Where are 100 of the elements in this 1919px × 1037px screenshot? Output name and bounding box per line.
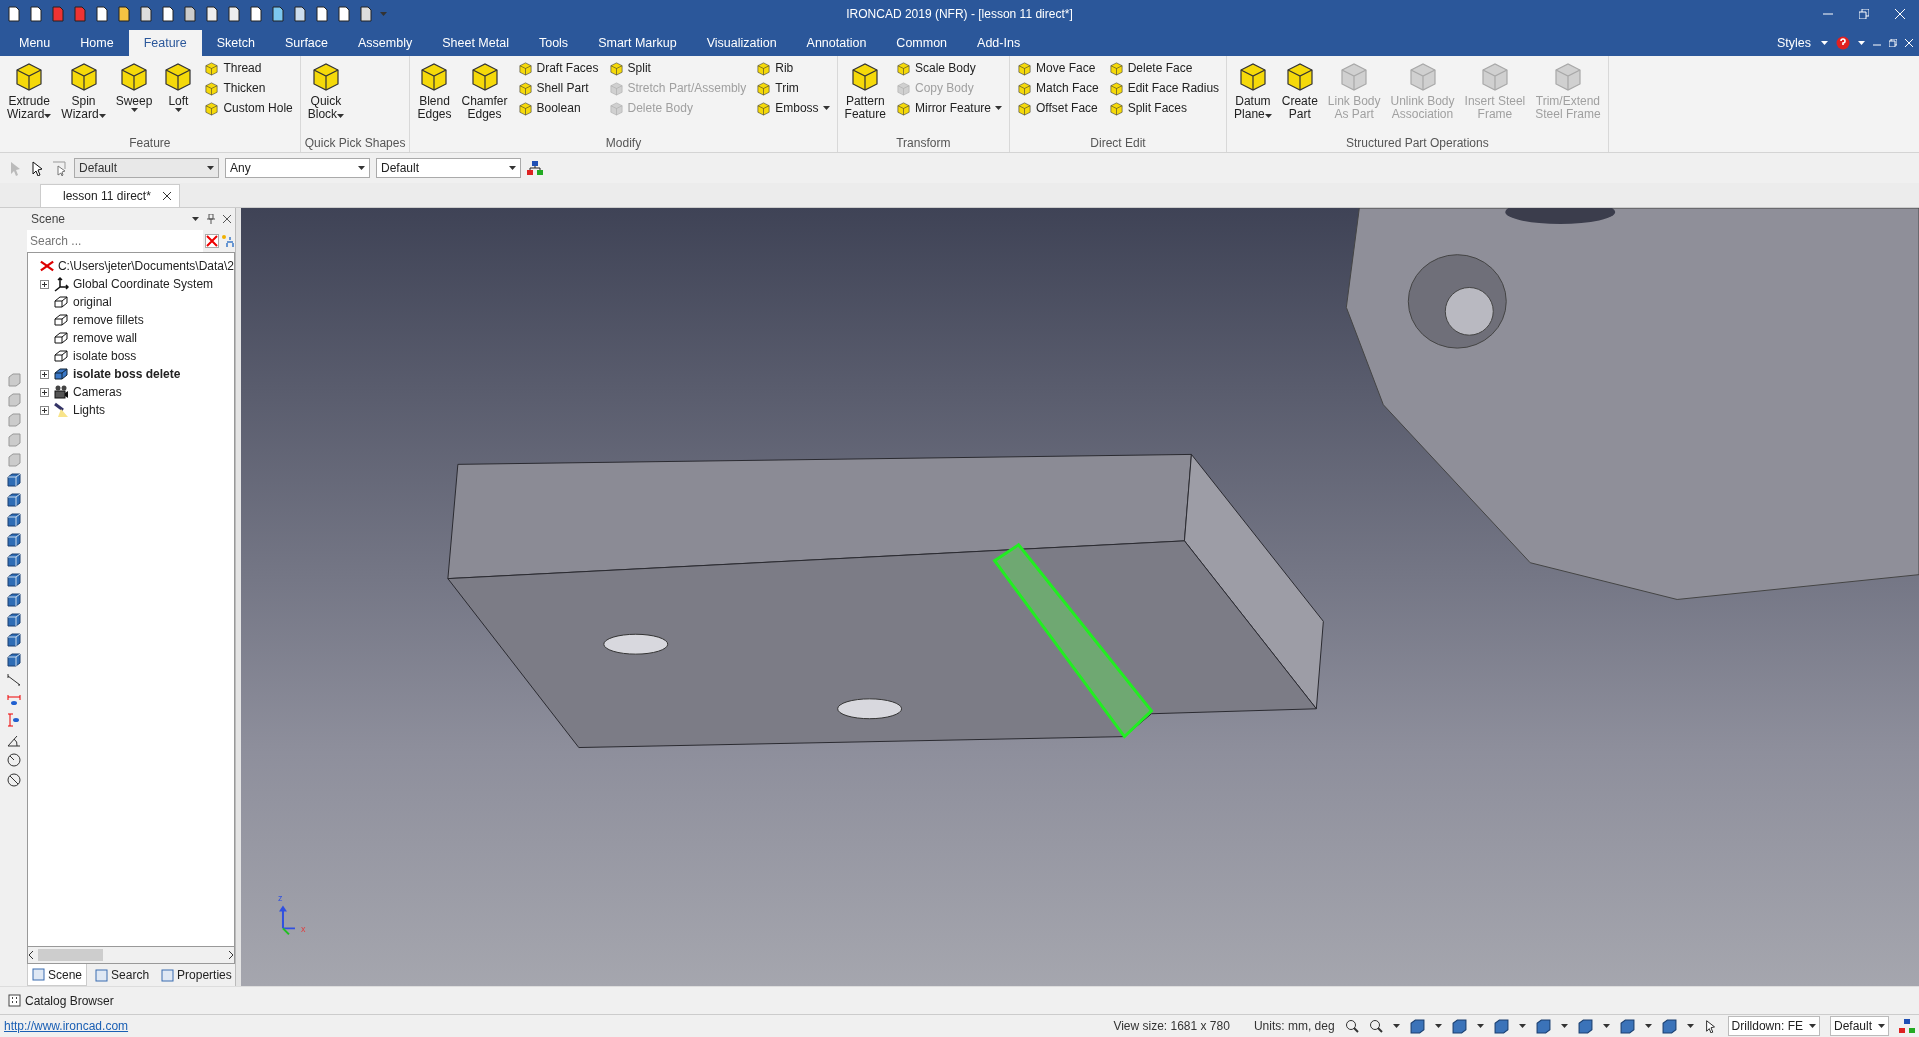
ribbon-button[interactable]: Delete Face [1105,59,1223,77]
zoom-icon[interactable] [1344,1019,1359,1033]
hierarchy-icon[interactable] [1899,1018,1915,1034]
ribbon-button[interactable]: Split [605,59,750,77]
expand-toggle[interactable] [40,279,49,289]
document-icon[interactable] [6,6,22,22]
ribbon-button[interactable]: Loft [159,58,198,114]
angle-icon[interactable] [6,733,21,747]
ribbon-tab[interactable]: Menu [4,30,66,56]
view-cube-icon[interactable] [1493,1018,1509,1034]
ribbon-button[interactable]: Edit Face Radius [1105,79,1223,97]
document-icon[interactable] [116,6,132,22]
catalog-icon[interactable] [8,994,21,1007]
select-box-icon[interactable] [52,160,68,176]
ribbon-tab[interactable]: Surface [269,30,344,56]
ribbon-tab[interactable]: Visualization [691,30,792,56]
view-cube-icon[interactable] [1619,1018,1635,1034]
ribbon-button[interactable]: Create Part [1278,58,1321,123]
scrollbar-thumb[interactable] [38,949,103,961]
view-cube-icon[interactable] [1409,1018,1425,1034]
ribbon-button[interactable]: Move Face [1014,59,1102,77]
pointer-icon[interactable] [1703,1019,1718,1033]
ribbon-tab[interactable]: Sheet Metal [427,30,524,56]
ribbon-tab[interactable]: Feature [128,30,202,56]
view-cube-icon[interactable] [6,553,21,567]
document-icon[interactable] [336,6,352,22]
filter-dropdown[interactable]: Any [225,158,370,178]
restore-icon[interactable] [1859,9,1869,19]
search-field[interactable]: Search ... [27,230,203,252]
ribbon-button[interactable]: Scale Body [892,59,1005,77]
view-cube-icon[interactable] [1535,1018,1551,1034]
ribbon-tab[interactable]: Common [881,30,963,56]
view-cube-icon[interactable] [1661,1018,1677,1034]
ribbon-button[interactable]: Trim [753,79,833,97]
ribbon-button[interactable]: Blend Edges [414,58,455,123]
document-icon[interactable] [160,6,176,22]
scroll-left-icon[interactable] [28,951,34,959]
ribbon-button[interactable]: Draft Faces [514,59,602,77]
tree-item[interactable]: original [40,293,234,311]
document-icon[interactable] [94,6,110,22]
styles-menu[interactable]: Styles [1774,30,1813,56]
ribbon-tab[interactable]: Assembly [343,30,428,56]
close-icon[interactable] [223,215,231,223]
view-cube-icon[interactable] [6,473,21,487]
ribbon-button[interactable]: Datum Plane [1231,58,1275,123]
drilldown-dropdown[interactable]: Drilldown: FE [1727,1016,1820,1036]
document-icon[interactable] [226,6,242,22]
ribbon-button[interactable]: Split Faces [1105,99,1223,117]
view-cube-icon[interactable] [6,653,21,667]
radius-icon[interactable] [6,753,21,767]
document-tab[interactable]: lesson 11 direct* [40,184,180,207]
tree-item[interactable]: isolate boss delete [40,365,234,383]
ribbon-button[interactable]: Shell Part [514,79,602,97]
view-cube-icon[interactable] [6,613,21,627]
ribbon-tab[interactable]: Add-Ins [962,30,1036,56]
ribbon-tab[interactable]: Tools [523,30,584,56]
view-cube-icon[interactable] [6,633,21,647]
panel-tab[interactable]: Properties [157,964,236,986]
view-cube-icon[interactable] [1577,1018,1593,1034]
ribbon-button[interactable]: Quick Block [304,58,348,123]
expand-toggle[interactable] [40,387,49,397]
close-icon[interactable] [162,192,171,200]
panel-tab[interactable]: Scene [27,964,88,986]
tree-item[interactable]: Global Coordinate System [40,275,234,293]
document-icon[interactable] [270,6,286,22]
tree-item[interactable]: remove fillets [40,311,234,329]
expand-toggle[interactable] [40,369,49,379]
ribbon-tab[interactable]: Smart Markup [583,30,692,56]
expand-toggle[interactable] [40,405,49,415]
website-link[interactable]: http://www.ironcad.com [4,1019,129,1033]
restore-icon[interactable] [1889,39,1897,47]
view-cube-icon[interactable] [6,533,21,547]
ribbon-button[interactable]: Mirror Feature [892,99,1005,117]
panel-tab[interactable]: Search [91,964,154,986]
tree-item[interactable]: C:\Users\jeter\Documents\Data\2 [28,257,234,275]
ribbon-button[interactable]: Rib [753,59,833,77]
ribbon-tab[interactable]: Home [65,30,129,56]
document-icon[interactable] [358,6,374,22]
ribbon-button[interactable]: Extrude Wizard [4,58,55,123]
ribbon-button[interactable]: Thread [201,59,296,77]
ribbon-button[interactable]: Offset Face [1014,99,1102,117]
document-icon[interactable] [314,6,330,22]
document-icon[interactable] [292,6,308,22]
ribbon-button[interactable]: Emboss [753,99,833,117]
selected-edge-face[interactable] [992,542,1154,739]
ribbon-tab[interactable]: Annotation [791,30,882,56]
document-icon[interactable] [28,6,44,22]
view-cube-icon[interactable] [6,513,21,527]
clear-icon[interactable] [205,234,219,248]
dimension-icon[interactable] [6,713,21,727]
ribbon-button[interactable]: Custom Hole [201,99,296,117]
view-cube-icon[interactable] [6,593,21,607]
tree-item[interactable]: Lights [40,401,234,419]
tree-item[interactable]: remove wall [40,329,234,347]
ribbon-button[interactable]: Pattern Feature [841,58,889,123]
tree-star-icon[interactable] [221,234,235,248]
zoom-icon[interactable] [1368,1019,1383,1033]
catalog-browser-label[interactable]: Catalog Browser [25,993,114,1008]
document-icon[interactable] [182,6,198,22]
scroll-right-icon[interactable] [228,951,234,959]
